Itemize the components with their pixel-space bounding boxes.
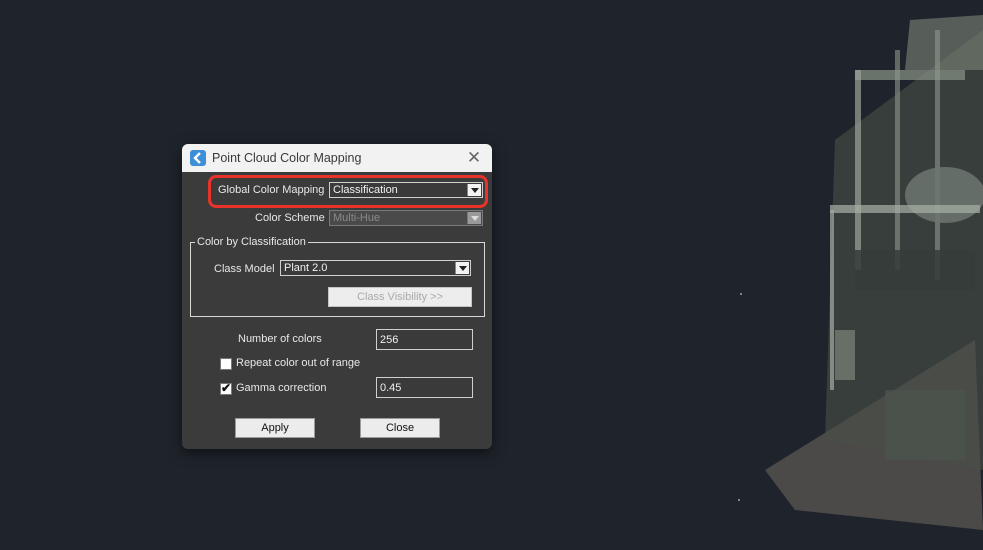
close-icon[interactable]: ✕ [464, 148, 484, 168]
checkmark-icon: ✔ [221, 381, 232, 395]
point-cloud-render [738, 15, 983, 530]
number-of-colors-input[interactable] [376, 329, 473, 350]
repeat-color-label: Repeat color out of range [236, 357, 361, 369]
class-visibility-button[interactable]: Class Visibility >> [328, 287, 472, 307]
point-cloud-color-mapping-dialog: Point Cloud Color Mapping ✕ Global Color… [182, 144, 492, 449]
close-button[interactable]: Close [360, 418, 440, 438]
number-of-colors-label: Number of colors [238, 333, 322, 345]
class-model-select[interactable]: Plant 2.0 [280, 260, 471, 276]
class-model-label: Class Model [214, 263, 275, 275]
color-by-classification-title: Color by Classification [195, 236, 308, 248]
apply-button[interactable]: Apply [235, 418, 315, 438]
dialog-title: Point Cloud Color Mapping [212, 151, 362, 165]
color-scheme-select[interactable]: Multi-Hue [329, 210, 483, 226]
gamma-correction-input[interactable] [376, 377, 473, 398]
gamma-correction-label: Gamma correction [236, 382, 327, 394]
autocad-back-arrow-icon [190, 150, 206, 166]
class-model-value: Plant 2.0 [284, 262, 328, 274]
chevron-down-icon[interactable] [467, 212, 481, 224]
dialog-titlebar[interactable]: Point Cloud Color Mapping ✕ [182, 144, 492, 172]
annotation-highlight [208, 175, 488, 208]
repeat-color-checkbox[interactable] [220, 358, 232, 370]
gamma-correction-checkbox[interactable]: ✔ [220, 381, 232, 395]
color-scheme-label: Color Scheme [255, 212, 325, 224]
chevron-down-icon[interactable] [455, 262, 469, 274]
color-scheme-value: Multi-Hue [333, 212, 381, 224]
